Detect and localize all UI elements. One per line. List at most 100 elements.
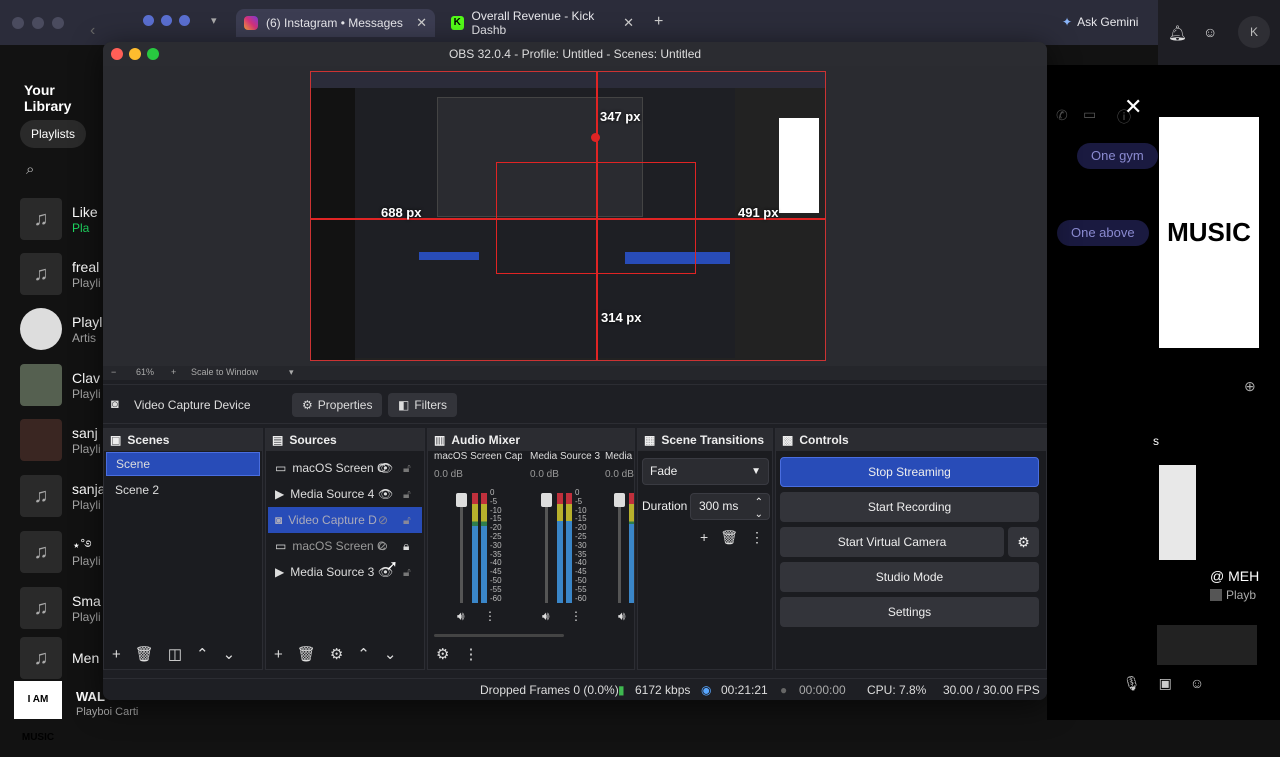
remove-source-icon[interactable]: 🗑︎ bbox=[297, 645, 316, 663]
transition-select[interactable]: Fade ▼ bbox=[642, 458, 769, 485]
fader-knob[interactable] bbox=[541, 493, 552, 507]
start-virtual-camera-button[interactable]: Start Virtual Camera bbox=[780, 527, 1004, 557]
speaker-icon[interactable]: 🔊︎ bbox=[542, 609, 550, 624]
source-item[interactable]: ▭ macOS Screen C 👁︎ 🔓︎ bbox=[268, 455, 422, 481]
tab-instagram[interactable]: (6) Instagram • Messages ✕ bbox=[236, 9, 435, 37]
notifications-icon[interactable]: 🔔︎ bbox=[1168, 24, 1187, 42]
scene-item[interactable]: Scene bbox=[106, 452, 260, 476]
library-item[interactable]: ♫ Like Pla bbox=[20, 197, 104, 241]
search-icon[interactable]: ⌕ bbox=[26, 161, 34, 178]
volume-fader[interactable] bbox=[541, 493, 552, 603]
source-item[interactable]: ▶ Media Source 4 👁︎ 🔓︎ bbox=[268, 481, 422, 507]
window-minimize-dot[interactable] bbox=[32, 17, 44, 29]
ask-gemini-button[interactable]: ✦ Ask Gemini bbox=[1062, 15, 1138, 29]
add-transition-icon[interactable]: + bbox=[700, 529, 708, 546]
library-item[interactable]: ♫ Sma Playli bbox=[20, 586, 104, 630]
post-thumbnail[interactable] bbox=[1159, 465, 1196, 560]
zoom-out-button[interactable]: − bbox=[111, 367, 116, 377]
speaker-icon[interactable]: 🔊︎ bbox=[457, 609, 465, 624]
people-icon[interactable]: ☺ bbox=[1203, 24, 1217, 40]
fader-knob[interactable] bbox=[614, 493, 625, 507]
source-item-selected[interactable]: ◙ Video Capture D ⊘ 🔓︎ bbox=[268, 507, 422, 533]
source-item[interactable]: ▶ Media Source 3 👁︎ 🔓︎ bbox=[268, 559, 422, 585]
tab-search-chevron-icon[interactable]: ▾ bbox=[211, 14, 217, 27]
unlocked-icon[interactable]: 🔓︎ bbox=[403, 565, 411, 580]
mic-icon[interactable]: 🎙︎ bbox=[1123, 675, 1141, 700]
hidden-eye-icon[interactable]: ⊘ bbox=[378, 513, 388, 527]
start-recording-button[interactable]: Start Recording bbox=[780, 492, 1039, 522]
profile-avatar[interactable]: K bbox=[1238, 16, 1270, 48]
move-down-icon[interactable]: ⌄ bbox=[384, 645, 397, 663]
preview-canvas[interactable]: 347 px 688 px 491 px 314 px bbox=[310, 71, 826, 361]
close-window-button[interactable] bbox=[111, 48, 123, 60]
transition-menu-icon[interactable]: ⋮ bbox=[750, 529, 764, 546]
zoom-in-button[interactable]: + bbox=[171, 367, 176, 377]
library-item[interactable]: ♫ ⋆˚࿔ Playli bbox=[20, 530, 104, 574]
mixer-menu-icon[interactable]: ⋮ bbox=[463, 645, 478, 663]
hidden-eye-icon[interactable]: ⊘ bbox=[378, 539, 388, 553]
unlocked-icon[interactable]: 🔓︎ bbox=[403, 461, 411, 476]
remove-scene-icon[interactable]: 🗑︎ bbox=[135, 645, 154, 663]
transform-handle[interactable] bbox=[591, 133, 600, 142]
image-icon[interactable]: ▣ bbox=[1159, 675, 1172, 700]
now-playing-artist[interactable]: Playboi Carti bbox=[76, 706, 138, 718]
speaker-icon[interactable]: 🔊︎ bbox=[618, 609, 626, 624]
source-bounding-box[interactable] bbox=[496, 162, 696, 274]
advanced-audio-gear-icon[interactable]: ⚙ bbox=[436, 645, 449, 663]
minimize-window-button[interactable] bbox=[129, 48, 141, 60]
unlocked-icon[interactable]: 🔓︎ bbox=[403, 487, 411, 502]
library-item[interactable]: ♫ Men bbox=[20, 637, 104, 679]
volume-fader[interactable] bbox=[456, 493, 467, 603]
tab-close-icon[interactable]: ✕ bbox=[623, 15, 634, 31]
duration-spinbox[interactable]: 300 ms ⌃ ⌄ bbox=[690, 493, 770, 520]
add-source-icon[interactable]: + bbox=[274, 646, 283, 663]
unlocked-icon[interactable]: 🔓︎ bbox=[403, 513, 411, 528]
scene-filters-icon[interactable]: ◫ bbox=[168, 645, 182, 663]
move-up-icon[interactable]: ⌃ bbox=[357, 645, 370, 663]
stop-streaming-button[interactable]: Stop Streaming bbox=[780, 457, 1039, 487]
scale-mode-select[interactable]: Scale to Window bbox=[191, 367, 258, 377]
move-down-icon[interactable]: ⌄ bbox=[223, 645, 236, 663]
library-item[interactable]: ♫ freal Playli bbox=[20, 252, 104, 296]
window-close-dot[interactable] bbox=[12, 17, 24, 29]
video-call-icon[interactable]: ▭ bbox=[1083, 106, 1096, 123]
new-tab-icon[interactable]: + bbox=[654, 13, 663, 31]
filters-button[interactable]: ◧ Filters bbox=[388, 393, 458, 417]
properties-button[interactable]: ⚙ Properties bbox=[292, 393, 383, 417]
fader-knob[interactable] bbox=[456, 493, 467, 507]
close-viewer-icon[interactable]: ✕ bbox=[1124, 94, 1142, 120]
kebab-menu-icon[interactable]: ⋮ bbox=[570, 609, 582, 623]
playlists-filter-chip[interactable]: Playlists bbox=[20, 120, 87, 148]
settings-button[interactable]: Settings bbox=[780, 597, 1039, 627]
visibility-eye-icon[interactable]: 👁︎ bbox=[378, 487, 393, 501]
phone-icon[interactable]: ✆ bbox=[1056, 107, 1068, 124]
sticker-icon[interactable]: ☺ bbox=[1190, 675, 1204, 700]
library-item[interactable]: ♫ sanja Playli bbox=[20, 474, 105, 518]
locked-icon[interactable]: 🔒︎ bbox=[403, 539, 409, 554]
add-icon[interactable]: ⊕ bbox=[1244, 378, 1256, 395]
visibility-eye-icon[interactable]: 👁︎ bbox=[378, 461, 393, 475]
preview-area[interactable]: 347 px 688 px 491 px 314 px bbox=[103, 66, 1047, 366]
library-item[interactable]: Clav Playli bbox=[20, 363, 104, 407]
tab-kick-dashboard[interactable]: K Overall Revenue - Kick Dashb ✕ bbox=[443, 9, 642, 37]
now-playing-title[interactable]: WAL bbox=[76, 689, 105, 704]
post-thumbnail[interactable] bbox=[1157, 625, 1257, 665]
back-icon[interactable]: ‹ bbox=[90, 22, 95, 40]
scene-item[interactable]: Scene 2 bbox=[106, 478, 260, 502]
add-scene-icon[interactable]: + bbox=[112, 646, 121, 663]
tab-close-icon[interactable]: ✕ bbox=[416, 15, 427, 31]
studio-mode-button[interactable]: Studio Mode bbox=[780, 562, 1039, 592]
source-item[interactable]: ▭ macOS Screen C ⊘ 🔒︎ bbox=[268, 533, 422, 559]
window-zoom-dot[interactable] bbox=[52, 17, 64, 29]
chevron-down-icon[interactable]: ▾ bbox=[289, 367, 294, 378]
stepper-down-icon[interactable]: ⌄ bbox=[755, 502, 763, 527]
move-up-icon[interactable]: ⌃ bbox=[196, 645, 209, 663]
horizontal-scrollbar[interactable] bbox=[434, 634, 564, 637]
kebab-menu-icon[interactable]: ⋮ bbox=[484, 609, 496, 623]
volume-fader[interactable] bbox=[614, 493, 625, 603]
virtual-camera-settings-gear-icon[interactable]: ⚙ bbox=[1008, 527, 1039, 557]
source-properties-gear-icon[interactable]: ⚙ bbox=[330, 645, 343, 663]
library-item[interactable]: sanj Playli bbox=[20, 418, 104, 462]
remove-transition-icon[interactable]: 🗑︎ bbox=[720, 529, 738, 546]
zoom-window-button[interactable] bbox=[147, 48, 159, 60]
